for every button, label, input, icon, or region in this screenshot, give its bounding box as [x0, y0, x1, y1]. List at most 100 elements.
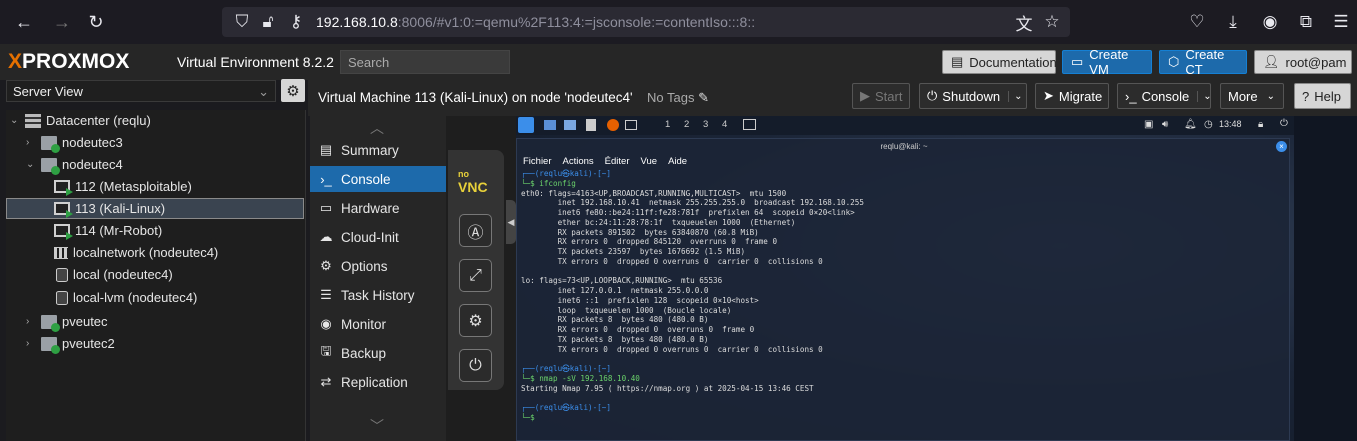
term-menu-fichier[interactable]: Fichier: [523, 156, 552, 167]
create-ct-button[interactable]: ⬡ Create CT: [1159, 47, 1247, 77]
gear-icon[interactable]: ⚙: [281, 79, 305, 102]
menu-item-console[interactable]: ›_ Console: [310, 166, 446, 192]
tree-item-vm-113[interactable]: 113 (Kali-Linux): [6, 198, 304, 219]
chevron-down-icon[interactable]: ⌄: [1008, 90, 1023, 102]
forward-icon[interactable]: →: [50, 10, 74, 34]
translate-icon[interactable]: 文: [1012, 10, 1036, 34]
power-icon[interactable]: ⏻: [459, 349, 492, 382]
tree-item-nodeutec3[interactable]: › nodeutec3: [26, 132, 123, 153]
workspace-1[interactable]: 1: [665, 119, 670, 130]
network-icon: [54, 246, 68, 259]
start-button[interactable]: ▶ Start: [852, 83, 910, 109]
close-icon[interactable]: ×: [1276, 141, 1287, 152]
chevron-down-icon[interactable]: ⌄: [1197, 90, 1212, 102]
tree-label: nodeutec4: [62, 157, 123, 172]
tree-item-pveutec2[interactable]: › pveutec2: [26, 333, 115, 354]
vm-screen[interactable]: 1 2 3 4 ▣ 🔊︎ 🔔︎ ◷ 13:48 🔒︎ ⏻ reqlu@kali:…: [516, 116, 1294, 441]
folder-icon[interactable]: [564, 120, 576, 130]
workspace-2[interactable]: 2: [684, 119, 689, 130]
terminal-window[interactable]: reqlu@kali: ~ × Fichier Actions Éditer V…: [516, 138, 1290, 441]
reload-icon[interactable]: ↻: [84, 10, 108, 34]
menu-item-options[interactable]: ⚙ Options: [310, 253, 446, 279]
logout-icon[interactable]: ⏻: [1280, 118, 1288, 129]
expand-icon[interactable]: ›: [26, 316, 36, 327]
tree-label: Datacenter (reqlu): [46, 113, 151, 128]
proxmox-logo[interactable]: XPROXMOX: [8, 50, 129, 74]
book-icon: ▤: [951, 54, 964, 69]
back-icon[interactable]: ←: [12, 10, 36, 34]
help-button[interactable]: ? Help: [1294, 83, 1351, 109]
scroll-down-icon[interactable]: ﹀: [370, 416, 384, 436]
search-input[interactable]: Search: [340, 50, 510, 74]
migrate-button[interactable]: ➤ Migrate: [1035, 83, 1109, 109]
tree-item-local-lvm[interactable]: local-lvm (nodeutec4): [56, 287, 197, 308]
server-view-select[interactable]: Server View ⌄: [6, 80, 276, 102]
tree-item-localnetwork[interactable]: localnetwork (nodeutec4): [54, 242, 218, 263]
tree-item-datacenter[interactable]: ⌄ Datacenter (reqlu): [10, 110, 151, 131]
firefox-icon[interactable]: [607, 119, 619, 131]
server-icon: [41, 336, 60, 354]
expand-icon[interactable]: ›: [26, 338, 36, 349]
tree-item-pveutec[interactable]: › pveutec: [26, 311, 108, 332]
tree-item-nodeutec4[interactable]: ⌄ nodeutec4: [26, 154, 123, 175]
expand-icon[interactable]: ⌄: [10, 115, 20, 126]
scroll-up-icon[interactable]: ︿: [370, 118, 384, 138]
workspace-4[interactable]: 4: [722, 119, 727, 130]
menu-item-replication[interactable]: ⇄ Replication: [310, 369, 446, 395]
terminal-window-icon[interactable]: [743, 119, 756, 130]
term-menu-vue[interactable]: Vue: [641, 156, 658, 167]
volume-icon[interactable]: 🔊︎: [1162, 119, 1168, 130]
menu-item-summary[interactable]: ▤ Summary: [310, 137, 446, 163]
vm-running-icon: [54, 180, 73, 196]
workspace-3[interactable]: 3: [703, 119, 708, 130]
display-icon[interactable]: ▣: [1144, 119, 1153, 130]
kali-menu-icon[interactable]: [518, 117, 534, 133]
extensions-icon[interactable]: ⧉: [1294, 10, 1318, 34]
term-menu-actions[interactable]: Actions: [563, 156, 594, 167]
menu-item-cloud-init[interactable]: ☁ Cloud-Init: [310, 224, 446, 250]
shield-icon[interactable]: ⛉: [230, 10, 254, 34]
tree-item-local[interactable]: local (nodeutec4): [56, 264, 173, 285]
console-button[interactable]: ›_ Console ⌄: [1117, 83, 1212, 109]
menu-item-hardware[interactable]: ▭ Hardware: [310, 195, 446, 221]
lock-icon[interactable]: 🔓︎: [256, 10, 280, 34]
tags-field[interactable]: No Tags ✎: [647, 90, 709, 106]
shutdown-button[interactable]: ⏻ Shutdown ⌄: [919, 83, 1027, 109]
url-text[interactable]: 192.168.10.8:8006/#v1:0:=qemu%2F113:4:=j…: [316, 14, 755, 30]
key-icon[interactable]: ⚷: [284, 10, 308, 34]
keyboard-extra-keys-icon[interactable]: Ⓐ: [459, 214, 492, 247]
term-menu-aide[interactable]: Aide: [668, 156, 687, 167]
ifconfig-output: eth0: flags=4163<UP,BROADCAST,RUNNING,MU…: [521, 188, 864, 354]
notification-icon[interactable]: 🔔︎: [1184, 119, 1197, 130]
collapse-handle-icon[interactable]: ◀: [506, 200, 516, 244]
fullscreen-icon[interactable]: ⤢: [459, 259, 492, 292]
more-button[interactable]: More ⌄: [1220, 83, 1284, 109]
create-vm-button[interactable]: ▭ Create VM: [1062, 47, 1152, 77]
expand-icon[interactable]: ›: [26, 137, 36, 148]
pencil-icon[interactable]: ✎: [698, 90, 709, 105]
term-menu-editer[interactable]: Éditer: [605, 156, 630, 167]
settings-gear-icon[interactable]: ⚙: [459, 304, 492, 337]
terminal-icon[interactable]: [625, 120, 637, 130]
address-bar[interactable]: ⛉ 🔓︎ ⚷ 192.168.10.8:8006/#v1:0:=qemu%2F1…: [222, 7, 1070, 37]
text-editor-icon[interactable]: [586, 119, 596, 131]
pocket-icon[interactable]: ♡: [1185, 10, 1209, 34]
server-icon: [41, 314, 60, 332]
menu-item-backup[interactable]: 🖫︎ Backup: [310, 340, 446, 366]
menu-item-task-history[interactable]: ☰ Task History: [310, 282, 446, 308]
expand-icon[interactable]: ⌄: [26, 159, 36, 170]
desktop-icon[interactable]: [544, 120, 556, 130]
power-icon: ⏻: [927, 88, 938, 103]
download-icon[interactable]: ⤓: [1221, 10, 1245, 34]
novnc-logo-bottom: VNC: [458, 179, 488, 195]
server-icon: [41, 135, 60, 153]
star-icon[interactable]: ☆: [1040, 10, 1064, 34]
tree-item-vm-114[interactable]: 114 (Mr-Robot): [54, 220, 162, 241]
lock-screen-icon[interactable]: 🔒︎: [1258, 119, 1263, 130]
menu-item-monitor[interactable]: ◉ Monitor: [310, 311, 446, 337]
menu-icon[interactable]: ☰: [1329, 10, 1353, 34]
documentation-button[interactable]: ▤ Documentation: [942, 50, 1057, 74]
tree-item-vm-112[interactable]: 112 (Metasploitable): [54, 176, 192, 197]
user-menu-button[interactable]: 👤︎ root@pam: [1254, 50, 1352, 74]
account-icon[interactable]: ◉: [1258, 10, 1282, 34]
